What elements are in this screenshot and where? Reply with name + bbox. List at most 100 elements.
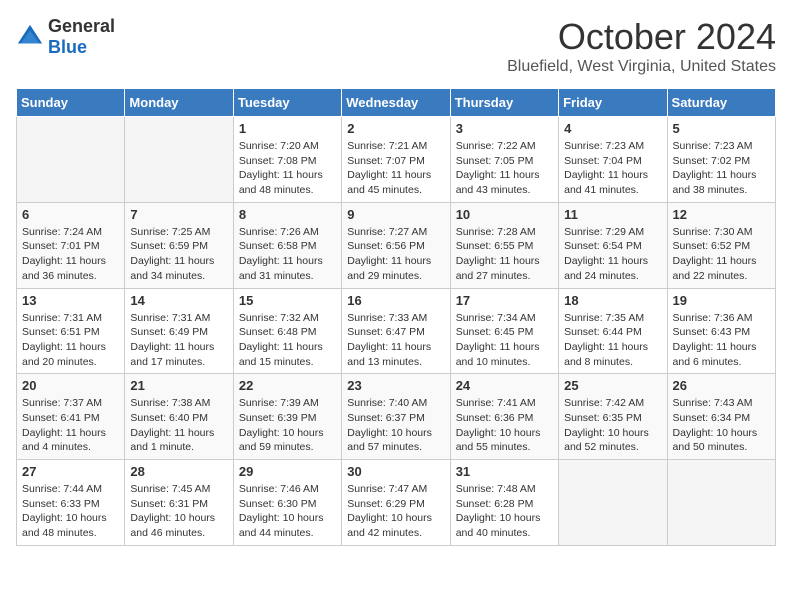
calendar-cell: 18 Sunrise: 7:35 AMSunset: 6:44 PMDayligh… bbox=[559, 288, 667, 374]
day-header-tuesday: Tuesday bbox=[233, 89, 341, 117]
week-row-1: 1 Sunrise: 7:20 AMSunset: 7:08 PMDaylight… bbox=[17, 117, 776, 203]
calendar-cell: 16 Sunrise: 7:33 AMSunset: 6:47 PMDayligh… bbox=[342, 288, 450, 374]
location-subtitle: Bluefield, West Virginia, United States bbox=[507, 58, 776, 76]
calendar-cell: 2Sunrise: 7:21 AMSunset: 7:07 PMDaylight… bbox=[342, 117, 450, 203]
week-row-4: 20Sunrise: 7:37 AMSunset: 6:41 PMDayligh… bbox=[17, 374, 776, 460]
calendar-cell bbox=[667, 460, 775, 546]
day-number: 21 bbox=[130, 378, 227, 393]
logo-icon bbox=[16, 23, 44, 51]
calendar-cell: 17 Sunrise: 7:34 AMSunset: 6:45 PMDayligh… bbox=[450, 288, 558, 374]
calendar-cell bbox=[559, 460, 667, 546]
day-info: Sunrise: 7:28 AMSunset: 6:55 PMDaylight:… bbox=[456, 225, 553, 284]
calendar-cell bbox=[125, 117, 233, 203]
calendar-cell: 19 Sunrise: 7:36 AMSunset: 6:43 PMDayligh… bbox=[667, 288, 775, 374]
day-number: 11 bbox=[564, 207, 661, 222]
day-number: 28 bbox=[130, 464, 227, 479]
day-info: Sunrise: 7:48 AMSunset: 6:28 PMDaylight:… bbox=[456, 482, 553, 541]
day-number: 23 bbox=[347, 378, 444, 393]
calendar-cell: 12 Sunrise: 7:30 AMSunset: 6:52 PMDayligh… bbox=[667, 202, 775, 288]
day-info: Sunrise: 7:22 AMSunset: 7:05 PMDaylight:… bbox=[456, 139, 553, 198]
calendar-cell: 28 Sunrise: 7:45 AMSunset: 6:31 PMDayligh… bbox=[125, 460, 233, 546]
logo: General Blue bbox=[16, 16, 115, 58]
day-number: 4 bbox=[564, 121, 661, 136]
month-title: October 2024 bbox=[507, 16, 776, 58]
calendar-cell: 5Sunrise: 7:23 AMSunset: 7:02 PMDaylight… bbox=[667, 117, 775, 203]
day-info: Sunrise: 7:33 AMSunset: 6:47 PMDaylight:… bbox=[347, 311, 444, 370]
day-info: Sunrise: 7:29 AMSunset: 6:54 PMDaylight:… bbox=[564, 225, 661, 284]
calendar-table: SundayMondayTuesdayWednesdayThursdayFrid… bbox=[16, 88, 776, 546]
day-info: Sunrise: 7:45 AMSunset: 6:31 PMDaylight:… bbox=[130, 482, 227, 541]
day-number: 19 bbox=[673, 293, 770, 308]
calendar-cell: 3Sunrise: 7:22 AMSunset: 7:05 PMDaylight… bbox=[450, 117, 558, 203]
day-number: 1 bbox=[239, 121, 336, 136]
day-header-wednesday: Wednesday bbox=[342, 89, 450, 117]
day-info: Sunrise: 7:36 AMSunset: 6:43 PMDaylight:… bbox=[673, 311, 770, 370]
day-header-friday: Friday bbox=[559, 89, 667, 117]
calendar-cell: 10 Sunrise: 7:28 AMSunset: 6:55 PMDayligh… bbox=[450, 202, 558, 288]
day-info: Sunrise: 7:44 AMSunset: 6:33 PMDaylight:… bbox=[22, 482, 119, 541]
calendar-cell: 1 Sunrise: 7:20 AMSunset: 7:08 PMDaylight… bbox=[233, 117, 341, 203]
day-info: Sunrise: 7:23 AMSunset: 7:04 PMDaylight:… bbox=[564, 139, 661, 198]
day-number: 15 bbox=[239, 293, 336, 308]
day-info: Sunrise: 7:32 AMSunset: 6:48 PMDaylight:… bbox=[239, 311, 336, 370]
day-number: 12 bbox=[673, 207, 770, 222]
day-number: 7 bbox=[130, 207, 227, 222]
day-info: Sunrise: 7:34 AMSunset: 6:45 PMDaylight:… bbox=[456, 311, 553, 370]
day-number: 13 bbox=[22, 293, 119, 308]
calendar-cell: 22 Sunrise: 7:39 AMSunset: 6:39 PMDayligh… bbox=[233, 374, 341, 460]
day-number: 22 bbox=[239, 378, 336, 393]
day-number: 16 bbox=[347, 293, 444, 308]
calendar-cell: 15 Sunrise: 7:32 AMSunset: 6:48 PMDayligh… bbox=[233, 288, 341, 374]
day-info: Sunrise: 7:46 AMSunset: 6:30 PMDaylight:… bbox=[239, 482, 336, 541]
day-info: Sunrise: 7:27 AMSunset: 6:56 PMDaylight:… bbox=[347, 225, 444, 284]
day-info: Sunrise: 7:24 AMSunset: 7:01 PMDaylight:… bbox=[22, 225, 119, 284]
day-info: Sunrise: 7:30 AMSunset: 6:52 PMDaylight:… bbox=[673, 225, 770, 284]
day-info: Sunrise: 7:31 AMSunset: 6:51 PMDaylight:… bbox=[22, 311, 119, 370]
day-header-saturday: Saturday bbox=[667, 89, 775, 117]
day-info: Sunrise: 7:47 AMSunset: 6:29 PMDaylight:… bbox=[347, 482, 444, 541]
day-number: 27 bbox=[22, 464, 119, 479]
calendar-cell: 6 Sunrise: 7:24 AMSunset: 7:01 PMDaylight… bbox=[17, 202, 125, 288]
logo-general: General bbox=[48, 16, 115, 36]
day-number: 10 bbox=[456, 207, 553, 222]
day-info: Sunrise: 7:31 AMSunset: 6:49 PMDaylight:… bbox=[130, 311, 227, 370]
day-info: Sunrise: 7:23 AMSunset: 7:02 PMDaylight:… bbox=[673, 139, 770, 198]
day-number: 8 bbox=[239, 207, 336, 222]
day-info: Sunrise: 7:37 AMSunset: 6:41 PMDaylight:… bbox=[22, 396, 119, 455]
calendar-cell: 4 Sunrise: 7:23 AMSunset: 7:04 PMDaylight… bbox=[559, 117, 667, 203]
day-number: 29 bbox=[239, 464, 336, 479]
day-info: Sunrise: 7:40 AMSunset: 6:37 PMDaylight:… bbox=[347, 396, 444, 455]
calendar-cell: 7Sunrise: 7:25 AMSunset: 6:59 PMDaylight… bbox=[125, 202, 233, 288]
day-header-thursday: Thursday bbox=[450, 89, 558, 117]
calendar-cell: 31 Sunrise: 7:48 AMSunset: 6:28 PMDayligh… bbox=[450, 460, 558, 546]
calendar-cell: 20Sunrise: 7:37 AMSunset: 6:41 PMDayligh… bbox=[17, 374, 125, 460]
calendar-cell: 13 Sunrise: 7:31 AMSunset: 6:51 PMDayligh… bbox=[17, 288, 125, 374]
calendar-cell: 27 Sunrise: 7:44 AMSunset: 6:33 PMDayligh… bbox=[17, 460, 125, 546]
calendar-cell: 25Sunrise: 7:42 AMSunset: 6:35 PMDayligh… bbox=[559, 374, 667, 460]
week-row-5: 27 Sunrise: 7:44 AMSunset: 6:33 PMDayligh… bbox=[17, 460, 776, 546]
day-info: Sunrise: 7:38 AMSunset: 6:40 PMDaylight:… bbox=[130, 396, 227, 455]
day-number: 31 bbox=[456, 464, 553, 479]
day-info: Sunrise: 7:43 AMSunset: 6:34 PMDaylight:… bbox=[673, 396, 770, 455]
calendar-cell: 14 Sunrise: 7:31 AMSunset: 6:49 PMDayligh… bbox=[125, 288, 233, 374]
day-number: 6 bbox=[22, 207, 119, 222]
calendar-cell: 11 Sunrise: 7:29 AMSunset: 6:54 PMDayligh… bbox=[559, 202, 667, 288]
day-number: 17 bbox=[456, 293, 553, 308]
day-header-sunday: Sunday bbox=[17, 89, 125, 117]
day-info: Sunrise: 7:26 AMSunset: 6:58 PMDaylight:… bbox=[239, 225, 336, 284]
day-number: 14 bbox=[130, 293, 227, 308]
calendar-cell: 8 Sunrise: 7:26 AMSunset: 6:58 PMDaylight… bbox=[233, 202, 341, 288]
day-info: Sunrise: 7:39 AMSunset: 6:39 PMDaylight:… bbox=[239, 396, 336, 455]
calendar-cell: 24Sunrise: 7:41 AMSunset: 6:36 PMDayligh… bbox=[450, 374, 558, 460]
day-info: Sunrise: 7:42 AMSunset: 6:35 PMDaylight:… bbox=[564, 396, 661, 455]
logo-blue: Blue bbox=[48, 37, 87, 57]
header-row: SundayMondayTuesdayWednesdayThursdayFrid… bbox=[17, 89, 776, 117]
day-number: 24 bbox=[456, 378, 553, 393]
title-area: October 2024 Bluefield, West Virginia, U… bbox=[507, 16, 776, 76]
day-number: 18 bbox=[564, 293, 661, 308]
week-row-3: 13 Sunrise: 7:31 AMSunset: 6:51 PMDayligh… bbox=[17, 288, 776, 374]
calendar-cell: 9Sunrise: 7:27 AMSunset: 6:56 PMDaylight… bbox=[342, 202, 450, 288]
day-info: Sunrise: 7:20 AMSunset: 7:08 PMDaylight:… bbox=[239, 139, 336, 198]
day-info: Sunrise: 7:35 AMSunset: 6:44 PMDaylight:… bbox=[564, 311, 661, 370]
calendar-cell bbox=[17, 117, 125, 203]
